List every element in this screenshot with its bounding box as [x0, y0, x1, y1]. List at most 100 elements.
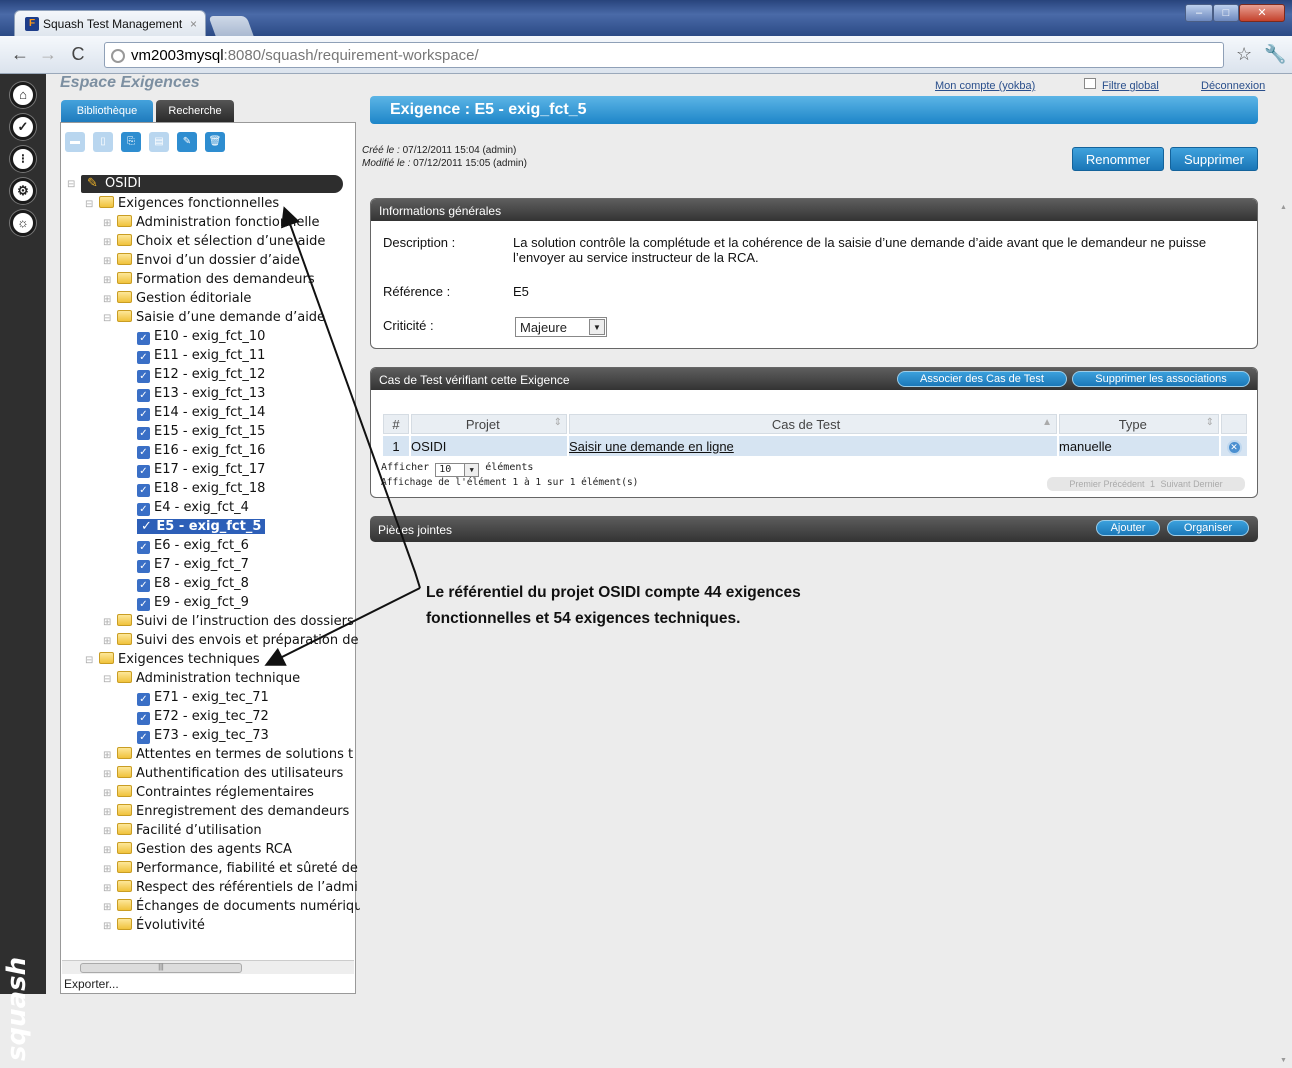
remove-association-icon[interactable]: ✕: [1226, 439, 1242, 455]
expand-icon[interactable]: ⊞: [103, 841, 113, 860]
expand-icon[interactable]: ⊞: [103, 784, 113, 803]
tree-requirement[interactable]: ✓ E9 - exig_fct_9: [137, 593, 249, 612]
tree-node-root[interactable]: ✎ OSIDI: [81, 175, 343, 193]
collapse-icon[interactable]: ⊟: [85, 651, 95, 670]
tab-library[interactable]: Bibliothèque: [61, 100, 153, 122]
collapse-icon[interactable]: ⊟: [103, 670, 113, 689]
logout-link[interactable]: Déconnexion: [1201, 80, 1265, 92]
maximize-icon[interactable]: □: [1213, 4, 1239, 22]
remove-associations-button[interactable]: Supprimer les associations: [1072, 371, 1250, 387]
criticality-select[interactable]: Majeure ▼: [515, 317, 607, 337]
expand-icon[interactable]: ⊞: [103, 822, 113, 841]
tree-requirement[interactable]: ✓ E4 - exig_fct_4: [137, 498, 249, 517]
close-window-icon[interactable]: ✕: [1239, 4, 1285, 22]
tree-folder[interactable]: ⊟ Saisie d’une demande d’aide: [103, 308, 325, 327]
page-size-select[interactable]: 10 ▼: [435, 463, 480, 477]
expand-icon[interactable]: ⊞: [103, 233, 113, 252]
rename-node-button[interactable]: ✎: [177, 132, 197, 152]
tab-search[interactable]: Recherche: [156, 100, 234, 122]
tree-folder[interactable]: ⊞ Facilité d’utilisation: [103, 821, 262, 840]
associate-test-cases-button[interactable]: Associer des Cas de Test: [897, 371, 1067, 387]
tree-folder[interactable]: ⊞ Gestion des agents RCA: [103, 840, 292, 859]
tree-requirement[interactable]: ✓ E73 - exig_tec_73: [137, 726, 269, 745]
tree-folder[interactable]: ⊟ Administration technique: [103, 669, 300, 688]
expand-icon[interactable]: ⊞: [103, 803, 113, 822]
tree-requirement[interactable]: ✓ E7 - exig_fct_7: [137, 555, 249, 574]
tree-node-technical[interactable]: ⊟ Exigences techniques: [85, 650, 260, 669]
expand-icon[interactable]: ⊞: [103, 860, 113, 879]
forward-icon[interactable]: →: [38, 44, 58, 65]
expand-icon[interactable]: ⊞: [103, 765, 113, 784]
main-vertical-scrollbar[interactable]: ▲ ▼: [1276, 200, 1292, 1068]
column-header[interactable]: #: [383, 414, 409, 434]
tree-folder[interactable]: ⊞ Formation des demandeurs: [103, 270, 315, 289]
tree-requirement[interactable]: ✓ E18 - exig_fct_18: [137, 479, 265, 498]
new-folder-button[interactable]: ▬: [65, 132, 85, 152]
tree-folder[interactable]: ⊞ Contraintes réglementaires: [103, 783, 314, 802]
tree-requirement[interactable]: ✓ E71 - exig_tec_71: [137, 688, 269, 707]
close-tab-icon[interactable]: ×: [190, 17, 197, 31]
bugs-icon[interactable]: ☼: [10, 210, 36, 236]
new-requirement-button[interactable]: ▯: [93, 132, 113, 152]
last-page-button[interactable]: Dernier: [1193, 479, 1223, 489]
tree-requirement[interactable]: ✓ E11 - exig_fct_11: [137, 346, 265, 365]
column-header[interactable]: Type ⇕: [1059, 414, 1219, 434]
next-page-button[interactable]: Suivant: [1161, 479, 1191, 489]
expand-icon[interactable]: ⊞: [103, 613, 113, 632]
bookmark-star-icon[interactable]: ☆: [1236, 44, 1252, 65]
expand-icon[interactable]: ⊞: [103, 917, 113, 936]
reload-icon[interactable]: C: [68, 44, 88, 65]
expand-icon[interactable]: ⊞: [103, 252, 113, 271]
tree-requirement[interactable]: ✓ E16 - exig_fct_16: [137, 441, 265, 460]
tree-folder[interactable]: ⊞ Respect des référentiels de l’admi: [103, 878, 358, 897]
scrollbar-thumb[interactable]: |||: [80, 963, 242, 973]
new-tab-button[interactable]: [208, 16, 254, 36]
tree-requirement[interactable]: ✓ E14 - exig_fct_14: [137, 403, 265, 422]
tree-folder[interactable]: ⊞ Envoi d’un dossier d’aide: [103, 251, 300, 270]
tree-folder[interactable]: ⊞ Enregistrement des demandeurs: [103, 802, 349, 821]
tree-requirement[interactable]: ✓ E10 - exig_fct_10: [137, 327, 265, 346]
paste-button[interactable]: ▤: [149, 132, 169, 152]
tree-folder[interactable]: ⊞ Choix et sélection d’une aide: [103, 232, 325, 251]
tree-requirement[interactable]: ✓ E12 - exig_fct_12: [137, 365, 265, 384]
global-filter-label[interactable]: Filtre global: [1102, 80, 1159, 92]
expand-icon[interactable]: ⊞: [103, 271, 113, 290]
address-bar[interactable]: vm2003mysql:8080/squash/requirement-work…: [104, 42, 1224, 68]
column-header[interactable]: Projet ⇕: [411, 414, 567, 434]
tree-folder[interactable]: ⊞ Évolutivité: [103, 916, 205, 935]
campaigns-icon[interactable]: ⚙: [10, 178, 36, 204]
copy-button[interactable]: ⎘: [121, 132, 141, 152]
tree-folder[interactable]: ⊞ Administration fonctionnelle: [103, 213, 320, 232]
global-filter-checkbox[interactable]: [1084, 78, 1096, 89]
prev-page-button[interactable]: Précédent: [1103, 479, 1144, 489]
expand-icon[interactable]: ⊞: [103, 290, 113, 309]
tree-folder[interactable]: ⊞ Gestion éditoriale: [103, 289, 251, 308]
tree-requirement[interactable]: ✓ E13 - exig_fct_13: [137, 384, 265, 403]
minimize-icon[interactable]: –: [1185, 4, 1213, 22]
collapse-icon[interactable]: ⊟: [103, 309, 113, 328]
tree-folder[interactable]: ⊞ Authentification des utilisateurs: [103, 764, 343, 783]
row-test-case-link[interactable]: Saisir une demande en ligne: [569, 436, 1057, 456]
organize-attachments-button[interactable]: Organiser: [1167, 520, 1249, 536]
tree-requirement[interactable]: ✓ E17 - exig_fct_17: [137, 460, 265, 479]
tree-folder[interactable]: ⊞ Échanges de documents numériqu: [103, 897, 362, 916]
tree-horizontal-scrollbar[interactable]: |||: [62, 960, 354, 974]
expand-icon[interactable]: ⊞: [103, 879, 113, 898]
tree-requirement[interactable]: ✓ E6 - exig_fct_6: [137, 536, 249, 555]
export-link[interactable]: Exporter...: [62, 975, 119, 993]
column-header[interactable]: Cas de Test ▲: [569, 414, 1057, 434]
back-icon[interactable]: ←: [10, 44, 30, 65]
expand-icon[interactable]: ⊞: [103, 632, 113, 651]
tree-requirement[interactable]: ✓ E8 - exig_fct_8: [137, 574, 249, 593]
tree-folder[interactable]: ⊞ Suivi des envois et préparation de: [103, 631, 358, 650]
tree-node-functional[interactable]: ⊟ Exigences fonctionnelles: [85, 194, 279, 213]
my-account-link[interactable]: Mon compte (yokba): [935, 80, 1035, 92]
test-cases-icon[interactable]: ⁝: [10, 146, 36, 172]
scroll-down-icon[interactable]: ▼: [1280, 1057, 1287, 1064]
collapse-icon[interactable]: ⊟: [85, 195, 95, 214]
home-icon[interactable]: ⌂: [10, 82, 36, 108]
expand-icon[interactable]: ⊞: [103, 214, 113, 233]
first-page-button[interactable]: Premier: [1069, 479, 1101, 489]
add-attachment-button[interactable]: Ajouter: [1096, 520, 1160, 536]
expand-icon[interactable]: ⊞: [103, 746, 113, 765]
